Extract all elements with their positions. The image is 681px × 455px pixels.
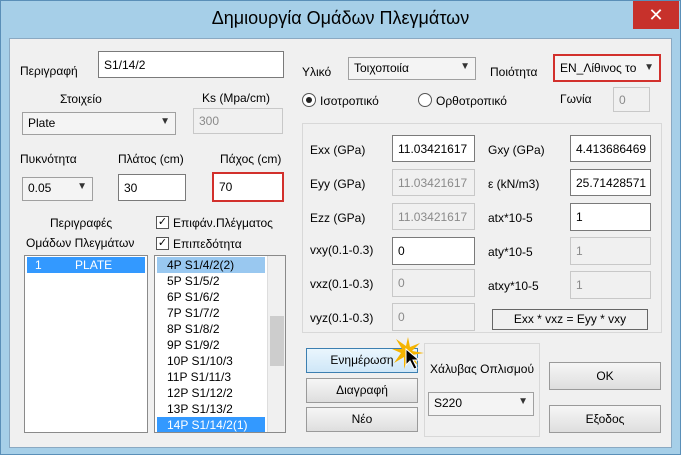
dialog-window: Δημιουργία Ομάδων Πλεγμάτων ✕ Περιγραφή …	[0, 0, 681, 455]
list-item[interactable]: 12P S1/12/2	[157, 385, 265, 401]
aty-label: aty*10-5	[488, 245, 533, 259]
formula-box: Exx * vxz = Eyy * vxy	[492, 309, 648, 330]
steel-select-value: S220	[434, 396, 463, 410]
density-select[interactable]: 0.05 ▼	[22, 177, 93, 201]
list-item[interactable]: 11P S1/11/3	[157, 369, 265, 385]
e-input[interactable]: 25.71428571	[570, 169, 651, 196]
steel-label: Χάλυβας Οπλισμού	[430, 362, 535, 376]
thickness-label: Πάχος (cm)	[220, 152, 282, 166]
close-button[interactable]: ✕	[633, 1, 679, 29]
list-item[interactable]: 7P S1/7/2	[157, 305, 265, 321]
groups-list[interactable]: 1 PLATE	[24, 255, 148, 433]
width-label: Πλάτος (cm)	[118, 152, 184, 166]
list-item[interactable]: 6P S1/6/2	[157, 289, 265, 305]
quality-select-value: EN_Λίθινος το	[560, 61, 637, 75]
radio-dot	[306, 97, 312, 103]
vyz-label: vyz(0.1-0.3)	[310, 311, 374, 325]
atxy-label: atxy*10-5	[488, 279, 539, 293]
list-item[interactable]: 10P S1/10/3	[157, 353, 265, 369]
angle-input[interactable]: 0	[613, 87, 650, 112]
density-select-value: 0.05	[28, 181, 52, 195]
element-select[interactable]: Plate ▼	[22, 112, 176, 135]
description-label: Περιγραφή	[20, 64, 78, 78]
quality-select[interactable]: EN_Λίθινος το ▼	[553, 54, 661, 82]
list-item[interactable]: 9P S1/9/2	[157, 337, 265, 353]
atx-label: atx*10-5	[488, 211, 533, 225]
vxy-label: vxy(0.1-0.3)	[310, 243, 374, 257]
scrollbar[interactable]	[267, 256, 285, 432]
material-select-value: Τοιχοποιία	[354, 61, 409, 75]
element-select-value: Plate	[28, 116, 56, 130]
eyy-input[interactable]: 11.03421617	[392, 169, 475, 196]
steel-group	[424, 343, 540, 437]
isotropic-label: Ισοτροπικό	[320, 94, 379, 108]
surface-check-label: Επιφάν.Πλέγματος	[173, 216, 273, 230]
ks-label: Ks (Mpa/cm)	[202, 91, 271, 105]
steel-select[interactable]: S220 ▼	[428, 392, 534, 416]
chevron-down-icon: ▼	[160, 116, 170, 127]
exit-label: Εξοδος	[585, 412, 625, 426]
ok-label: OK	[596, 369, 614, 383]
quality-label: Ποιότητα	[490, 65, 538, 79]
scrollbar-thumb[interactable]	[270, 316, 284, 366]
gxy-label: Gxy (GPa)	[488, 143, 545, 157]
new-label: Νέο	[351, 412, 373, 426]
level-check-label: Επιπεδότητα	[173, 237, 242, 251]
orthotropic-label: Ορθοτροπικό	[436, 94, 507, 108]
atxy-input[interactable]: 1	[570, 271, 651, 299]
title-bar: Δημιουργία Ομάδων Πλεγμάτων ✕	[1, 1, 680, 37]
description-input[interactable]: S1/14/2	[98, 51, 284, 78]
dialog-client: Περιγραφή S1/14/2 Στοιχείο Ks (Mpa/cm) P…	[9, 38, 672, 448]
material-label: Υλικό	[302, 65, 332, 79]
isotropic-radio[interactable]	[302, 93, 316, 107]
cursor-click-icon	[392, 337, 424, 370]
orthotropic-radio[interactable]	[418, 93, 432, 107]
gxy-input[interactable]: 4.413686469	[570, 135, 651, 162]
surface-checkbox[interactable]: ✓	[156, 216, 169, 229]
list-item[interactable]: 1 PLATE	[27, 257, 145, 273]
descriptions-label-line1: Περιγραφές	[50, 216, 113, 230]
width-input[interactable]: 30	[118, 174, 186, 201]
vxz-label: vxz(0.1-0.3)	[310, 277, 374, 291]
exx-input[interactable]: 11.03421617	[392, 135, 475, 162]
chevron-down-icon: ▼	[644, 62, 654, 73]
level-checkbox[interactable]: ✓	[156, 237, 169, 250]
ezz-label: Ezz (GPa)	[310, 211, 366, 225]
vyz-input[interactable]: 0	[392, 303, 475, 331]
window-title: Δημιουργία Ομάδων Πλεγμάτων	[211, 8, 470, 28]
list-item[interactable]: 14P S1/14/2(1)	[157, 417, 265, 432]
thickness-input[interactable]: 70	[212, 172, 284, 202]
density-label: Πυκνότητα	[20, 152, 77, 166]
angle-label: Γωνία	[560, 92, 592, 106]
chevron-down-icon: ▼	[77, 181, 87, 192]
ks-input[interactable]: 300	[193, 108, 283, 134]
e-label: ε (kN/m3)	[488, 177, 540, 191]
new-button[interactable]: Νέο	[306, 407, 418, 432]
meshes-list[interactable]: 4P S1/4/2(2) 5P S1/5/2 6P S1/6/2 7P S1/7…	[154, 255, 286, 433]
list-item[interactable]: 5P S1/5/2	[157, 273, 265, 289]
delete-button[interactable]: Διαγραφή	[306, 378, 418, 403]
chevron-down-icon: ▼	[460, 61, 470, 72]
update-label: Ενημέρωση	[330, 353, 394, 367]
list-item[interactable]: 8P S1/8/2	[157, 321, 265, 337]
element-label: Στοιχείο	[60, 92, 102, 106]
ezz-input[interactable]: 11.03421617	[392, 203, 475, 230]
list-item[interactable]: 13P S1/13/2	[157, 401, 265, 417]
list-item[interactable]: 4P S1/4/2(2)	[157, 257, 265, 273]
vxy-input[interactable]: 0	[392, 237, 475, 265]
eyy-label: Eyy (GPa)	[310, 177, 366, 191]
material-select[interactable]: Τοιχοποιία ▼	[348, 57, 476, 80]
exx-label: Exx (GPa)	[310, 143, 366, 157]
exit-button[interactable]: Εξοδος	[549, 405, 661, 433]
chevron-down-icon: ▼	[518, 396, 528, 407]
atx-input[interactable]: 1	[570, 203, 651, 231]
aty-input[interactable]: 1	[570, 237, 651, 265]
vxz-input[interactable]: 0	[392, 269, 475, 297]
descriptions-label-line2: Ομάδων Πλεγμάτων	[26, 236, 135, 250]
delete-label: Διαγραφή	[336, 383, 388, 397]
ok-button[interactable]: OK	[549, 362, 661, 390]
